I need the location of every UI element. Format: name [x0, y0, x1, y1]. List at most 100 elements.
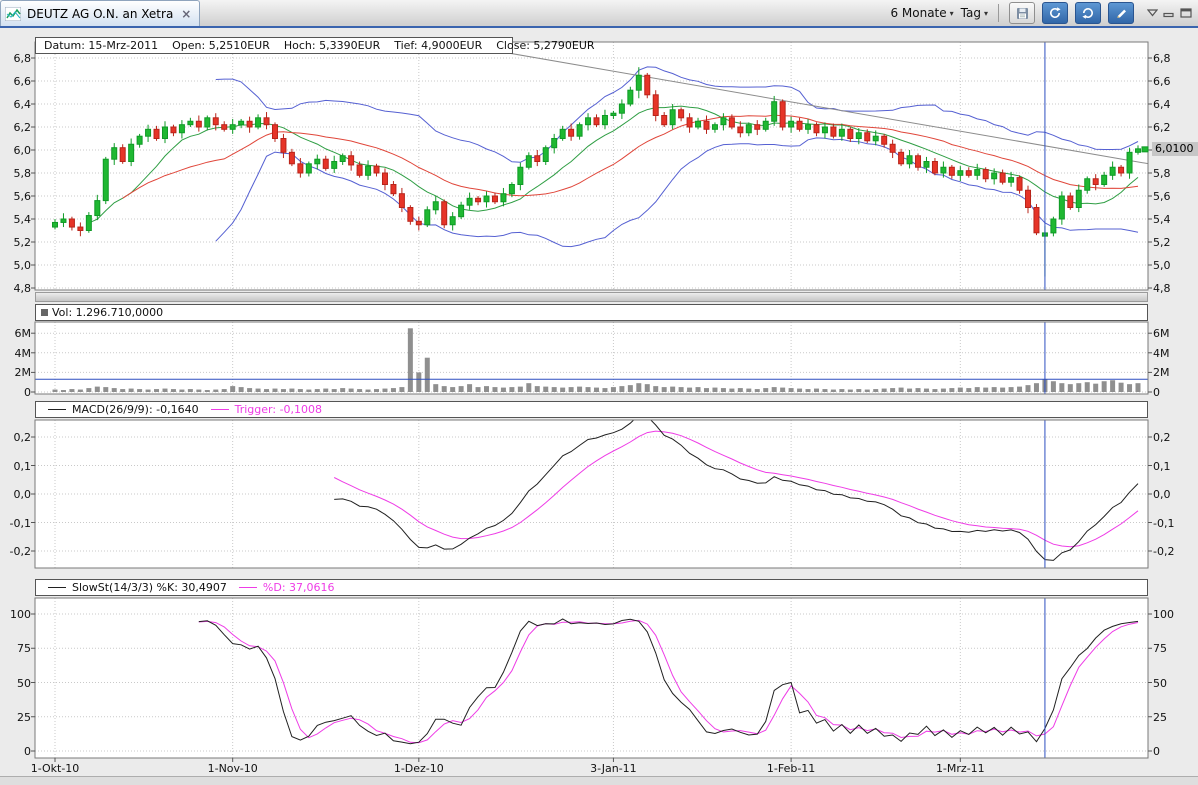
y-axis-label: 5,4 — [0, 213, 31, 226]
panel-splitter[interactable] — [35, 292, 1148, 302]
refresh-icon — [1048, 6, 1062, 20]
y-axis-label: 75 — [1153, 642, 1197, 655]
chart-app-icon — [5, 7, 21, 21]
x-axis-label: 1-Dez-10 — [384, 762, 454, 775]
floppy-icon — [1016, 7, 1029, 20]
y-axis-label: 0 — [1153, 745, 1197, 758]
view-controls — [1147, 8, 1192, 18]
y-axis-label: 0,0 — [0, 488, 31, 501]
x-axis-label: 1-Nov-10 — [198, 762, 268, 775]
save-button[interactable] — [1009, 2, 1035, 24]
y-axis-label: 6M — [1153, 327, 1197, 340]
trigger-line-swatch-icon — [211, 409, 229, 410]
y-axis-label: 5,4 — [1153, 213, 1197, 226]
refresh-button[interactable] — [1042, 2, 1068, 24]
y-axis-label: 0,1 — [0, 460, 31, 473]
y-axis-label: 5,0 — [0, 259, 31, 272]
period-dropdown[interactable]: 6 Monate ▾ — [890, 6, 953, 20]
stoch-k-legend-label: SlowSt(14/3/3) %K: 30,4907 — [72, 580, 227, 595]
datum-value: Datum: 15-Mrz-2011 — [44, 38, 158, 53]
tief-value: Tief: 4,9000EUR — [394, 38, 482, 53]
y-axis-label: 25 — [1153, 711, 1197, 724]
chevron-down-icon: ▾ — [984, 9, 988, 18]
period-label: 6 Monate — [890, 6, 946, 20]
chevron-down-icon: ▾ — [950, 9, 954, 18]
y-axis-label: 6,4 — [1153, 98, 1197, 111]
interval-dropdown[interactable]: Tag ▾ — [961, 6, 988, 20]
y-axis-label: 0 — [0, 386, 31, 399]
y-axis-label: 6,8 — [0, 52, 31, 65]
interval-label: Tag — [961, 6, 981, 20]
y-axis-label: -0,1 — [1153, 517, 1197, 530]
y-axis-label: 4M — [1153, 347, 1197, 360]
y-axis-label: 50 — [1153, 677, 1197, 690]
application-window: DEUTZ AG O.N. an Xetra × 6 Monate ▾ Tag … — [0, 0, 1198, 784]
y-axis-label: -0,2 — [1153, 545, 1197, 558]
last-price-marker — [1142, 147, 1148, 152]
y-axis-label: 6,2 — [1153, 121, 1197, 134]
reload-button[interactable] — [1075, 2, 1101, 24]
y-axis-label: 0,2 — [1153, 431, 1197, 444]
y-axis-label: 0,1 — [1153, 460, 1197, 473]
y-axis-label: -0,1 — [0, 517, 31, 530]
y-axis-label: 6,6 — [0, 75, 31, 88]
y-axis-label: 6,2 — [0, 121, 31, 134]
hoch-value: Hoch: 5,3390EUR — [284, 38, 380, 53]
ohlc-info-bar: Datum: 15-Mrz-2011 Open: 5,2510EUR Hoch:… — [35, 37, 513, 54]
chart-tab[interactable]: DEUTZ AG O.N. an Xetra × — [0, 0, 200, 26]
y-axis-label: 5,2 — [0, 236, 31, 249]
x-axis-label: 1-Okt-10 — [20, 762, 90, 775]
macd-legend-label: MACD(26/9/9): -0,1640 — [72, 402, 199, 417]
y-axis-label: 2M — [0, 366, 31, 379]
y-axis-label: 5,6 — [1153, 190, 1197, 203]
y-axis-label: 6,8 — [1153, 52, 1197, 65]
minimize-icon[interactable] — [1163, 8, 1175, 18]
y-axis-label: 6,0 — [0, 144, 31, 157]
y-axis-label: 5,2 — [1153, 236, 1197, 249]
y-axis-label: 4M — [0, 347, 31, 360]
tab-title: DEUTZ AG O.N. an Xetra — [27, 7, 173, 21]
trigger-legend-label: Trigger: -0,1008 — [235, 402, 322, 417]
stochastic-legend: SlowSt(14/3/3) %K: 30,4907 %D: 37,0616 — [35, 579, 1148, 596]
stoch-d-legend-label: %D: 37,0616 — [263, 580, 335, 595]
volume-legend: Vol: 1.296.710,0000 — [35, 304, 1148, 321]
open-value: Open: 5,2510EUR — [172, 38, 270, 53]
y-axis-label: 25 — [0, 711, 31, 724]
edit-button[interactable] — [1108, 2, 1134, 24]
x-axis-label: 1-Feb-11 — [756, 762, 826, 775]
tab-close-icon[interactable]: × — [181, 7, 191, 21]
volume-legend-label: Vol: 1.296.710,0000 — [52, 305, 163, 320]
y-axis-label: 50 — [0, 677, 31, 690]
y-axis-label: 4,8 — [1153, 282, 1197, 295]
y-axis-label: 100 — [0, 608, 31, 621]
x-axis-label: 1-Mrz-11 — [925, 762, 995, 775]
y-axis-label: -0,2 — [0, 545, 31, 558]
y-axis-label: 6,4 — [0, 98, 31, 111]
last-price-tag: 6,0100 — [1152, 142, 1198, 156]
close-value: Close: 5,2790EUR — [496, 38, 594, 53]
y-axis-label: 5,6 — [0, 190, 31, 203]
y-axis-label: 6M — [0, 327, 31, 340]
y-axis-label: 100 — [1153, 608, 1197, 621]
macd-line-swatch-icon — [48, 409, 66, 410]
reload-icon — [1081, 6, 1095, 20]
toolbar: 6 Monate ▾ Tag ▾ — [890, 0, 1198, 26]
y-axis-label: 0 — [1153, 386, 1197, 399]
macd-legend: MACD(26/9/9): -0,1640 Trigger: -0,1008 — [35, 401, 1148, 418]
y-axis-label: 0,2 — [0, 431, 31, 444]
stoch-d-swatch-icon — [239, 587, 257, 588]
tab-bar: DEUTZ AG O.N. an Xetra × 6 Monate ▾ Tag … — [0, 0, 1198, 28]
y-axis-label: 5,0 — [1153, 259, 1197, 272]
y-axis-label: 5,8 — [0, 167, 31, 180]
toolbar-separator — [998, 4, 999, 22]
view-menu-icon[interactable] — [1147, 9, 1158, 17]
y-axis-label: 75 — [0, 642, 31, 655]
pencil-icon — [1115, 7, 1128, 20]
y-axis-label: 5,8 — [1153, 167, 1197, 180]
volume-swatch-icon — [41, 309, 48, 316]
stoch-k-swatch-icon — [48, 587, 66, 588]
y-axis-label: 0,0 — [1153, 488, 1197, 501]
y-axis-label: 0 — [0, 745, 31, 758]
maximize-icon[interactable] — [1180, 8, 1192, 18]
y-axis-label: 2M — [1153, 366, 1197, 379]
